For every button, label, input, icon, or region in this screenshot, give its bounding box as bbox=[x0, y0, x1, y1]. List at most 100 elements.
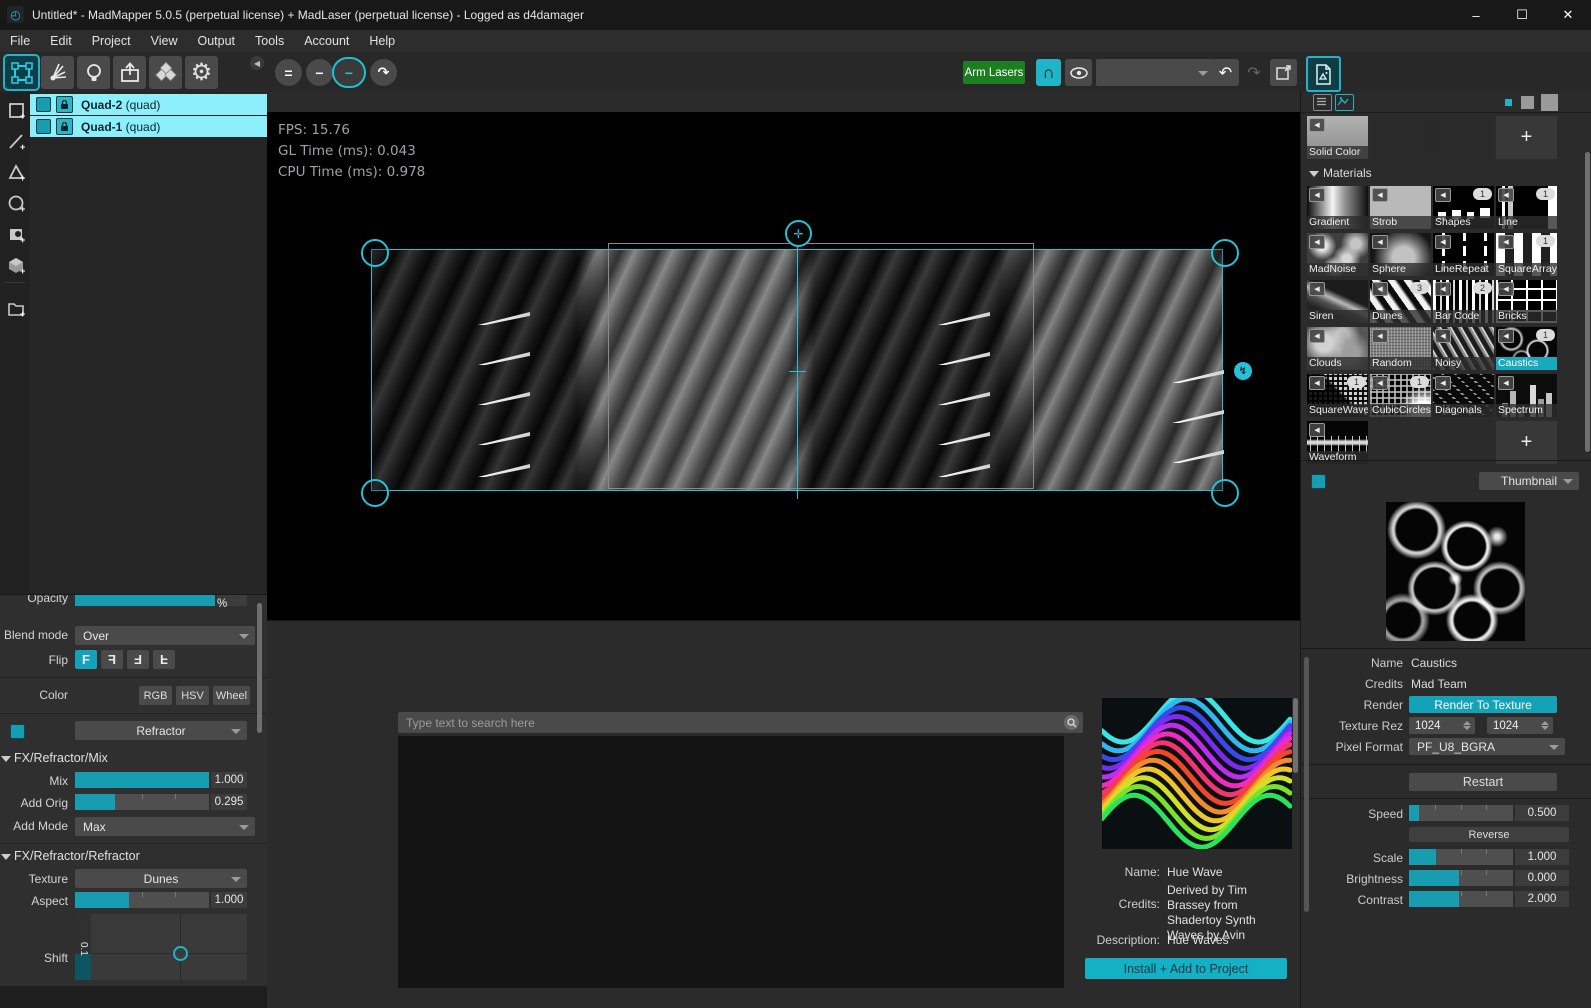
surface-tool-button[interactable] bbox=[5, 56, 38, 89]
tile-back-icon[interactable]: ◀ bbox=[1309, 282, 1325, 296]
material-tile-strob[interactable]: ◀Strob bbox=[1370, 186, 1431, 229]
mapping-canvas[interactable]: FPS: 15.76GL Time (ms): 0.043CPU Time (m… bbox=[267, 112, 1300, 620]
tile-back-icon[interactable]: ◀ bbox=[1372, 376, 1388, 390]
quad-corner-handle-tl[interactable] bbox=[361, 239, 389, 267]
blend-mode-dropdown[interactable]: Over bbox=[75, 626, 255, 645]
add-folder-tool[interactable]: + bbox=[4, 296, 28, 320]
fx-refractor-section-header[interactable]: FX/Refractor/Refractor bbox=[14, 849, 140, 863]
menu-item-help[interactable]: Help bbox=[359, 30, 405, 52]
tile-back-icon[interactable]: ◀ bbox=[1309, 423, 1325, 437]
material-tile-madnoise[interactable]: ◀MadNoise bbox=[1307, 233, 1368, 276]
params-scrollbar[interactable] bbox=[1304, 657, 1309, 912]
fx-dropdown[interactable]: Refractor bbox=[75, 721, 247, 740]
material-tile-line[interactable]: ◀1Line bbox=[1496, 186, 1557, 229]
toolbar-collapse-button[interactable]: ◀ bbox=[250, 56, 264, 70]
install-add-to-project-button[interactable]: Install + Add to Project bbox=[1085, 958, 1287, 979]
material-tile-shapes[interactable]: ◀1Shapes bbox=[1433, 186, 1494, 229]
add-3d-object-tool[interactable]: + bbox=[4, 253, 28, 277]
details-scrollbar[interactable] bbox=[1293, 698, 1298, 773]
laser-tool-button[interactable] bbox=[41, 56, 74, 89]
menu-item-tools[interactable]: Tools bbox=[245, 30, 294, 52]
tile-size-medium-button[interactable] bbox=[1521, 96, 1534, 109]
material-tile-linerepeat[interactable]: ◀LineRepeat bbox=[1433, 233, 1494, 276]
menu-item-edit[interactable]: Edit bbox=[40, 30, 82, 52]
speed-slider[interactable]: 0.500 bbox=[1409, 805, 1569, 821]
search-input[interactable]: Type text to search here bbox=[398, 712, 1083, 733]
tile-back-icon[interactable]: ◀ bbox=[1372, 188, 1388, 202]
tile-back-icon[interactable]: ◀ bbox=[1309, 235, 1325, 249]
material-tile-random[interactable]: ◀Random bbox=[1370, 327, 1431, 370]
redo-view-button[interactable]: ↷ bbox=[370, 59, 397, 86]
quad-rotate-handle[interactable]: ↯ bbox=[1234, 362, 1252, 380]
menu-item-account[interactable]: Account bbox=[294, 30, 359, 52]
scene-tool-button[interactable] bbox=[149, 56, 182, 89]
material-tile-bar-code[interactable]: ◀2Bar Code bbox=[1433, 280, 1494, 323]
tile-back-icon[interactable]: ◀ bbox=[1435, 282, 1451, 296]
pixel-format-dropdown[interactable]: PF_U8_BGRA bbox=[1409, 738, 1565, 755]
hsv-button[interactable]: HSV bbox=[176, 686, 209, 705]
tile-back-icon[interactable]: ◀ bbox=[1498, 235, 1514, 249]
menu-item-file[interactable]: File bbox=[0, 30, 40, 52]
texture-height-stepper[interactable]: 1024 bbox=[1487, 717, 1553, 734]
tile-back-icon[interactable]: ◀ bbox=[1435, 329, 1451, 343]
material-tile-waveform[interactable]: ◀Waveform bbox=[1307, 421, 1368, 464]
materials-section-header[interactable]: Materials bbox=[1323, 166, 1372, 180]
properties-scrollbar[interactable] bbox=[257, 603, 262, 733]
tile-back-icon[interactable]: ◀ bbox=[1435, 235, 1451, 249]
add-mask-tool[interactable]: + bbox=[4, 222, 28, 246]
menu-item-output[interactable]: Output bbox=[187, 30, 245, 52]
add-material-button[interactable]: + bbox=[1496, 116, 1557, 159]
tile-back-icon[interactable]: ◀ bbox=[1498, 188, 1514, 202]
remove-output-button[interactable]: − bbox=[306, 59, 333, 86]
media-panel-toggle-button[interactable] bbox=[1306, 56, 1341, 92]
quad-corner-handle-br[interactable] bbox=[1211, 479, 1239, 507]
fx-checkbox[interactable] bbox=[10, 724, 25, 739]
preview-mode-dropdown[interactable]: Thumbnail bbox=[1479, 472, 1579, 490]
material-tile-bricks[interactable]: ◀Bricks bbox=[1496, 280, 1557, 323]
quad-move-handle[interactable]: ✛ bbox=[785, 220, 812, 247]
tile-back-icon[interactable]: ◀ bbox=[1309, 118, 1325, 132]
render-to-texture-button[interactable]: Render To Texture bbox=[1409, 696, 1557, 713]
layer-visibility-checkbox[interactable] bbox=[36, 97, 51, 112]
tile-back-icon[interactable]: ◀ bbox=[1435, 188, 1451, 202]
visibility-button[interactable] bbox=[1065, 59, 1092, 86]
material-tile-solid-color[interactable]: ◀Solid Color bbox=[1307, 116, 1368, 159]
shift-handle[interactable] bbox=[173, 946, 188, 961]
redo-button[interactable]: ↷ bbox=[1243, 62, 1265, 84]
output-tool-button[interactable] bbox=[113, 56, 146, 89]
flip-vertical-button[interactable]: F bbox=[153, 650, 175, 669]
tile-size-large-button[interactable] bbox=[1541, 94, 1558, 111]
menu-item-project[interactable]: Project bbox=[82, 30, 141, 52]
tile-back-icon[interactable]: ◀ bbox=[1372, 235, 1388, 249]
material-tile-gradient[interactable]: ◀Gradient bbox=[1307, 186, 1368, 229]
add-orig-slider[interactable]: 0.295 bbox=[75, 794, 247, 810]
aspect-slider[interactable]: 1.000 bbox=[75, 892, 247, 908]
menu-item-view[interactable]: View bbox=[141, 30, 188, 52]
material-tile-siren[interactable]: ◀Siren bbox=[1307, 280, 1368, 323]
thumbnail-view-icon[interactable] bbox=[1335, 94, 1354, 111]
collapse-triangle-icon[interactable] bbox=[1309, 171, 1319, 177]
layer-row-quad-1[interactable]: Quad-1 (quad) bbox=[30, 116, 267, 137]
tile-back-icon[interactable]: ◀ bbox=[1498, 282, 1514, 296]
add-mode-dropdown[interactable]: Max bbox=[75, 817, 255, 836]
tile-back-icon[interactable]: ◀ bbox=[1372, 282, 1388, 296]
minimize-button[interactable]: – bbox=[1453, 0, 1499, 30]
material-tile-cubiccircles[interactable]: ◀1CubicCircles bbox=[1370, 374, 1431, 417]
material-tile-diagonals[interactable]: ◀Diagonals bbox=[1433, 374, 1494, 417]
shift-xy-pad[interactable]: 0.1 bbox=[75, 914, 247, 980]
layer-lock-button[interactable] bbox=[56, 118, 73, 135]
sub-quad-outline[interactable] bbox=[608, 243, 1034, 489]
tile-back-icon[interactable]: ◀ bbox=[1309, 188, 1325, 202]
add-triangle-tool[interactable]: + bbox=[4, 160, 28, 184]
tile-back-icon[interactable]: ◀ bbox=[1435, 376, 1451, 390]
fixture-tool-button[interactable] bbox=[77, 56, 110, 89]
layer-lock-button[interactable] bbox=[56, 96, 73, 113]
mix-slider[interactable]: 1.000 bbox=[75, 772, 247, 788]
rgb-button[interactable]: RGB bbox=[139, 686, 172, 705]
texture-dropdown[interactable]: Dunes bbox=[75, 869, 247, 888]
add-circle-tool[interactable]: + bbox=[4, 191, 28, 215]
minimize-output-button[interactable]: − bbox=[334, 59, 364, 86]
preview-checkbox[interactable] bbox=[1311, 474, 1326, 489]
wheel-button[interactable]: Wheel bbox=[213, 686, 250, 705]
material-tile-spectrum[interactable]: ◀Spectrum bbox=[1496, 374, 1557, 417]
